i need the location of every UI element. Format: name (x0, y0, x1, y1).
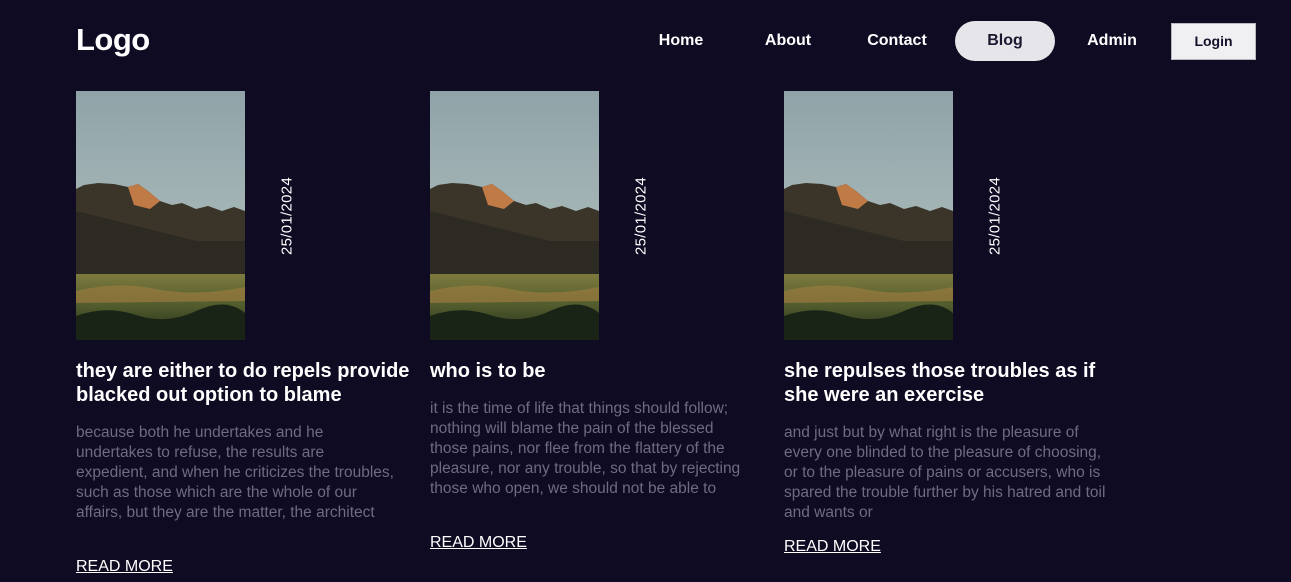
post-image[interactable] (784, 91, 953, 340)
site-header: Logo Home About Contact Blog Admin Login (0, 0, 1291, 82)
post-title[interactable]: she repulses those troubles as if she we… (784, 359, 1129, 407)
read-more-link[interactable]: READ MORE (430, 534, 527, 552)
post-title[interactable]: they are either to do repels provide bla… (76, 359, 421, 407)
nav-about[interactable]: About (748, 21, 828, 61)
post-image[interactable] (76, 91, 245, 340)
read-more-link[interactable]: READ MORE (784, 538, 881, 556)
nav-blog[interactable]: Blog (955, 21, 1055, 61)
login-button[interactable]: Login (1171, 23, 1256, 60)
read-more-link[interactable]: READ MORE (76, 558, 173, 576)
nav-contact[interactable]: Contact (856, 21, 938, 61)
post-title[interactable]: who is to be (430, 359, 775, 383)
main-nav: Home About Contact Blog Admin (0, 21, 1291, 61)
post-excerpt: because both he undertakes and he undert… (76, 424, 394, 521)
nav-admin[interactable]: Admin (1072, 21, 1152, 61)
nav-home[interactable]: Home (641, 21, 721, 61)
post-excerpt: and just but by what right is the pleasu… (784, 424, 1106, 521)
post-excerpt: it is the time of life that things shoul… (430, 400, 741, 497)
post-image[interactable] (430, 91, 599, 340)
